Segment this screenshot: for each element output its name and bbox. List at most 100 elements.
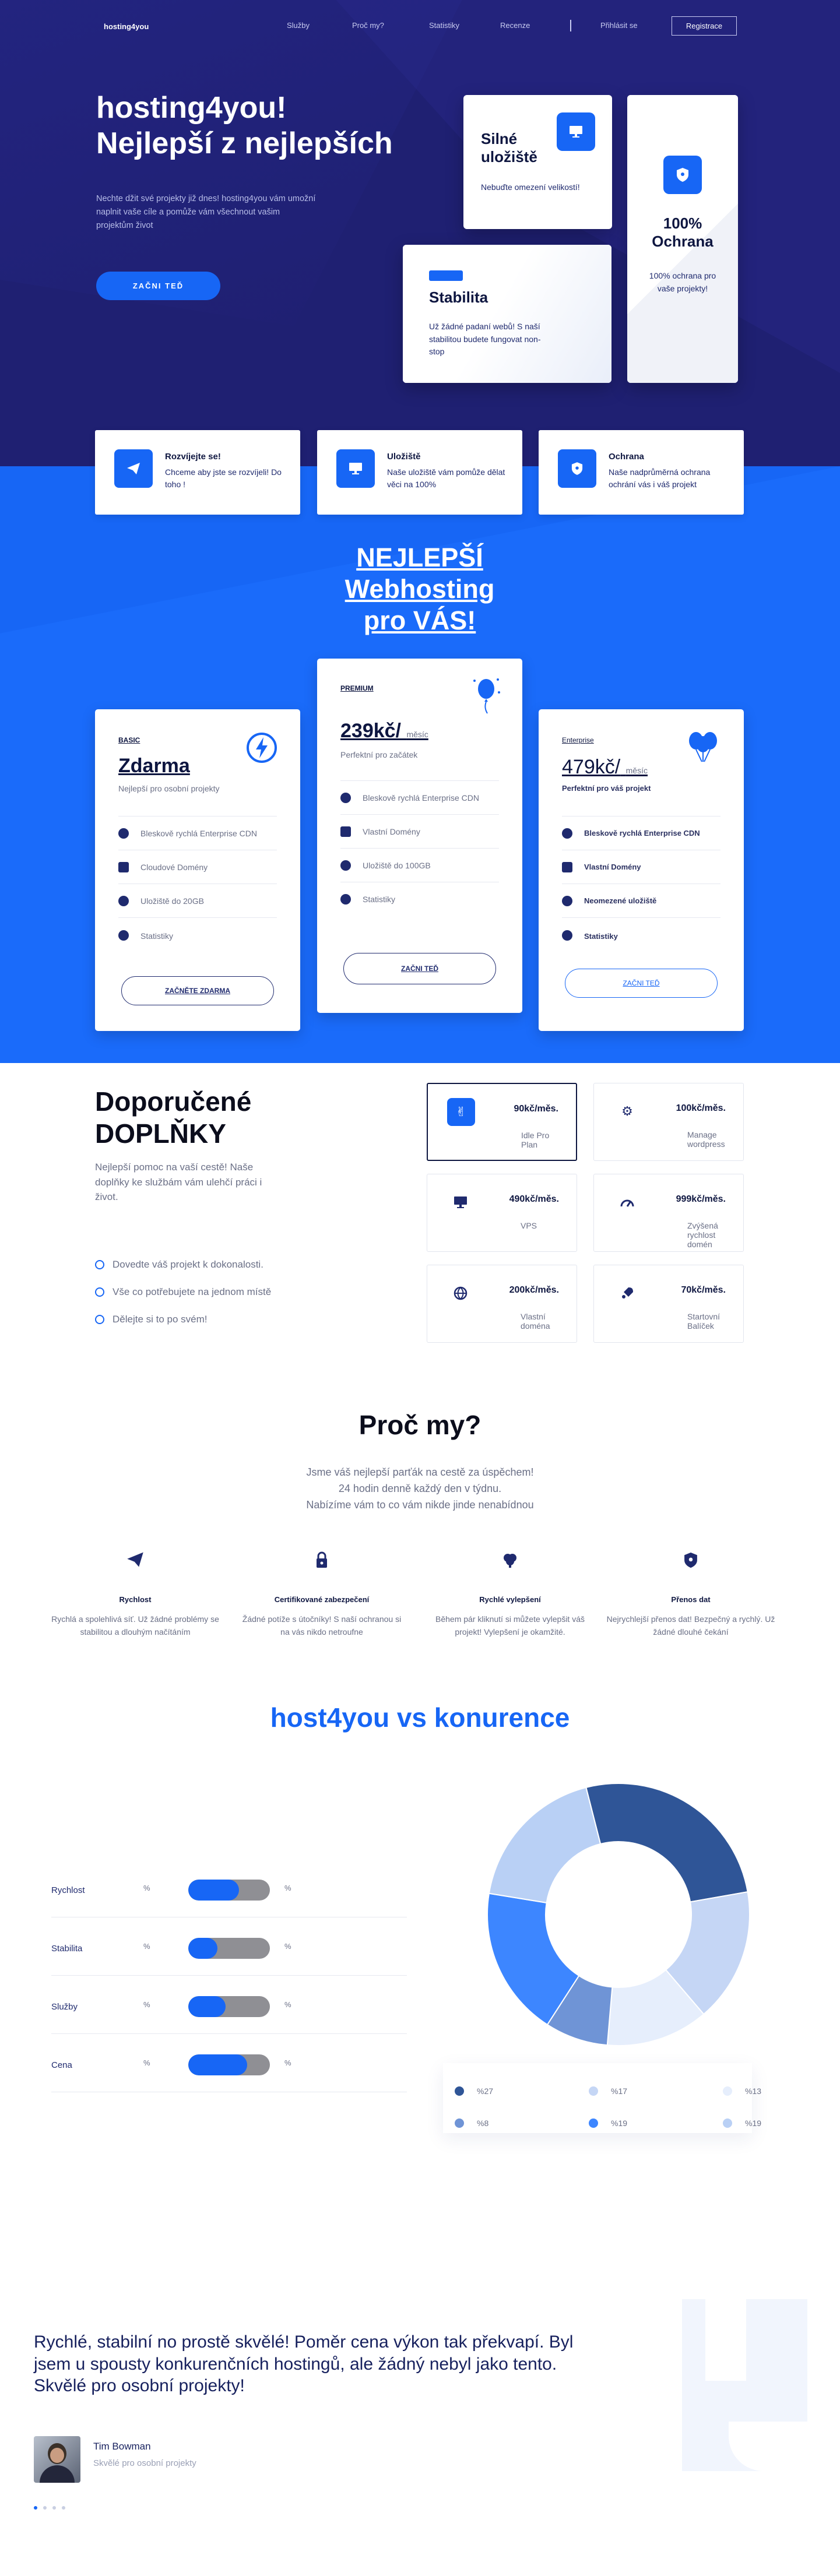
- monitor-icon: [447, 1188, 475, 1216]
- plan-button-basic[interactable]: ZAČNĚTE ZDARMA: [121, 976, 274, 1005]
- hero-card-stability-title: Stabilita: [429, 288, 488, 306]
- plan-feature: Uložiště do 100GB: [340, 848, 499, 882]
- donut-slice: [488, 1786, 602, 1904]
- login-link[interactable]: Přihlásit se: [600, 21, 638, 30]
- plan-feature: Bleskově rychlá Enterprise CDN: [340, 780, 499, 814]
- compare-row: Rychlost%%: [51, 1859, 407, 1917]
- plan-feature: Statistiky: [340, 882, 499, 916]
- compare-percent-left: %: [143, 2058, 150, 2067]
- addon-card-domain[interactable]: 200kč/měs. Vlastní doména: [427, 1265, 577, 1343]
- feature-card-storage: Uložiště Naše uložiště vám pomůže dělat …: [317, 430, 522, 515]
- nav-link-proc-my[interactable]: Proč my?: [352, 21, 384, 30]
- hero-description: Nechte džit své projekty již dnes! hosti…: [96, 194, 316, 231]
- why-item-text: Během pár kliknutí si můžete vylepšit vá…: [435, 1614, 585, 1637]
- cubes-icon: [340, 860, 351, 871]
- why-item-text: Nejrychlejší přenos dat! Bezpečný a rych…: [606, 1614, 775, 1637]
- plan-button-premium[interactable]: ZAČNI TEĎ: [343, 953, 496, 984]
- hero-card-storage: Silné uložiště Nebuďte omezení velikostí…: [463, 95, 612, 229]
- title-line: Ochrana: [652, 233, 714, 251]
- legend-label: %13: [745, 2086, 762, 2096]
- plan-price: 479kč/ měsíc: [562, 756, 648, 779]
- compare-progress-fill: [188, 2054, 247, 2075]
- nav-divider: [570, 20, 571, 31]
- legend-item: %13: [723, 2086, 761, 2096]
- plan-feature: Vlastní Domény: [340, 814, 499, 848]
- plan-feature: Vlastní Domény: [562, 850, 720, 884]
- testimonial-quote: Rychlé, stabilní no prostě skvělé! Poměr…: [34, 2332, 574, 2395]
- legend-label: %19: [611, 2118, 628, 2128]
- addon-card-wordpress[interactable]: ⚙ 100kč/měs. Manage wordpress: [593, 1083, 744, 1161]
- feature-title: Ochrana: [609, 452, 644, 462]
- feature-label: Statistiky: [363, 894, 396, 904]
- carousel-dot-active[interactable]: [34, 2506, 37, 2510]
- feature-text: Naše uložiště vám pomůže dělat věci na 1…: [387, 467, 505, 489]
- plan-description: Perfektní pro začátek: [340, 750, 418, 759]
- logo[interactable]: hosting4you: [104, 22, 149, 31]
- hero-cta-button[interactable]: ZAČNI TEĎ: [96, 272, 220, 300]
- addon-card-idle-pro[interactable]: ✌ 90kč/měs. Idle Pro Plan: [427, 1083, 577, 1161]
- why-item-title: Certifikované zabezpečení: [274, 1595, 370, 1604]
- addon-card-vps[interactable]: 490kč/měs. VPS: [427, 1174, 577, 1252]
- compare-label: Cena: [51, 2060, 72, 2070]
- legend-item: %8: [455, 2118, 488, 2128]
- compare-percent-left: %: [143, 1942, 150, 1951]
- feature-label: Bleskově rychlá Enterprise CDN: [363, 793, 479, 803]
- globe-icon: [118, 828, 129, 839]
- cubes-icon: [118, 895, 129, 906]
- title-line: pro VÁS!: [363, 606, 476, 635]
- legend-swatch: [455, 2086, 464, 2096]
- title-line: Silné: [481, 130, 518, 147]
- why-description: Jsme váš nejlepší parťák na cestě za úsp…: [0, 1465, 840, 1514]
- chart-legend: %27 %17 %13 %8 %19 %19: [443, 2063, 761, 2133]
- shield-icon: [558, 449, 596, 488]
- addon-card-starter[interactable]: 70kč/měs. Startovní Balíček: [593, 1265, 744, 1343]
- feature-label: Uložiště do 100GB: [363, 860, 431, 870]
- check-circle-icon: [95, 1315, 104, 1324]
- nav-link-sluzby[interactable]: Služby: [287, 21, 310, 30]
- register-button[interactable]: Registrace: [672, 16, 737, 36]
- plan-feature: Statistiky: [562, 917, 720, 941]
- carousel-dot[interactable]: [52, 2506, 56, 2510]
- addon-price: 100kč/měs.: [676, 1103, 726, 1113]
- testimonial-author: Tim Bowman: [93, 2441, 151, 2452]
- why-item-title: Rychlé vylepšení: [479, 1595, 541, 1604]
- balloon-icon: [473, 678, 500, 714]
- feature-label: Uložiště do 20GB: [140, 896, 204, 906]
- feature-label: Vlastní Domény: [584, 863, 641, 871]
- handshake-icon: ✌: [447, 1098, 475, 1126]
- addon-card-speed[interactable]: 999kč/měs. Zvýšená rychlost domén: [593, 1174, 744, 1252]
- why-item-text: Rychlá a spolehlivá síť. Už žádné problé…: [51, 1614, 219, 1637]
- hero-title-line2: Nejlepší z nejlepších: [96, 126, 393, 160]
- hero-card-protection-text: 100% ochrana pro vaše projekty!: [649, 271, 716, 293]
- plan-feature: Uložiště do 20GB: [118, 884, 277, 917]
- monitor-icon: [557, 112, 595, 151]
- balloons-icon: [689, 732, 717, 762]
- plan-button-enterprise[interactable]: ZAČNI TEĎ: [565, 969, 718, 998]
- hero-card-stability-text: Už žádné padaní webů! S naší stabilitou …: [429, 322, 541, 357]
- hero-card-storage-title: Silné uložiště: [481, 130, 537, 166]
- compare-percent-right: %: [284, 1942, 291, 1951]
- check-label: Dovedte váš projekt k dokonalosti.: [113, 1259, 263, 1270]
- addons-title: Doporučené DOPLŇKY: [95, 1086, 251, 1150]
- addon-price: 90kč/měs.: [514, 1104, 558, 1114]
- compare-percent-right: %: [284, 2000, 291, 2009]
- legend-item: %19: [589, 2118, 627, 2128]
- avatar: [34, 2436, 80, 2483]
- feature-title: Rozvíjejte se!: [165, 452, 221, 462]
- title-line: 100%: [663, 214, 702, 232]
- plan-feature: Statistiky: [118, 917, 277, 941]
- nav-link-recenze[interactable]: Recenze: [500, 21, 530, 30]
- price-period: měsíc: [625, 766, 648, 775]
- carousel-dot[interactable]: [43, 2506, 47, 2510]
- nav-link-statistiky[interactable]: Statistiky: [429, 21, 459, 30]
- legend-item: %17: [589, 2086, 627, 2096]
- stability-accent-bar: [429, 270, 463, 281]
- why-item-title: Rychlost: [119, 1595, 152, 1604]
- title-line: DOPLŇKY: [95, 1118, 226, 1149]
- carousel-dot[interactable]: [62, 2506, 65, 2510]
- feature-text: Naše nadprůměrná ochrana ochrání vás i v…: [609, 467, 711, 489]
- addon-name: Idle Pro Plan: [521, 1131, 550, 1149]
- plan-price: Zdarma: [118, 755, 190, 777]
- why-line: Nabízíme vám to co vám nikde jinde nenab…: [306, 1498, 534, 1511]
- globe-icon: [447, 1279, 475, 1307]
